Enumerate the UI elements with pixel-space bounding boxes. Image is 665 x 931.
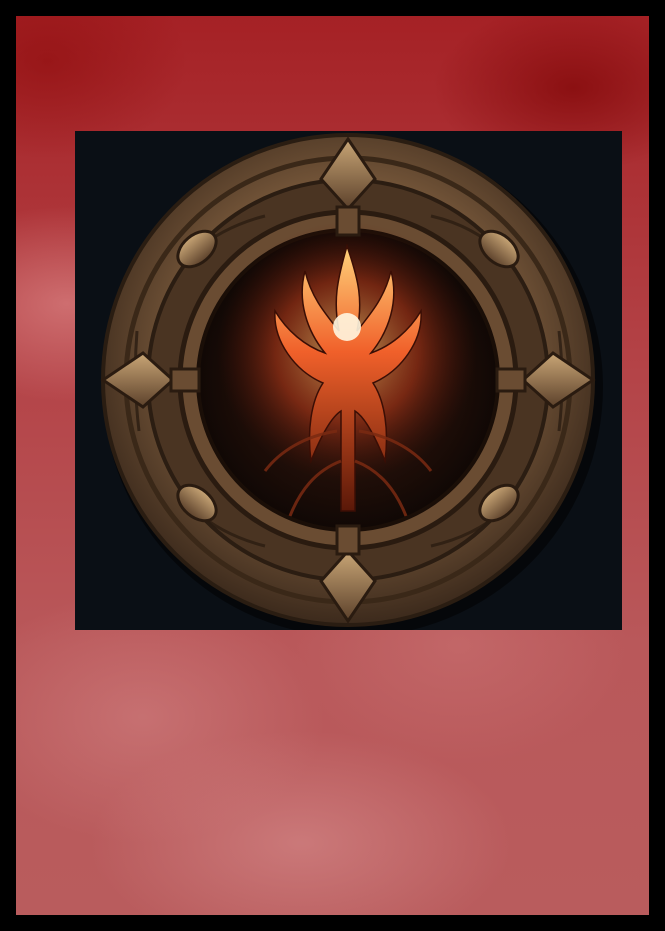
flame-sigil-medallion-icon: [100, 133, 603, 630]
card-art: [75, 131, 622, 630]
card-frame: [0, 0, 665, 931]
card-face[interactable]: [16, 16, 649, 915]
